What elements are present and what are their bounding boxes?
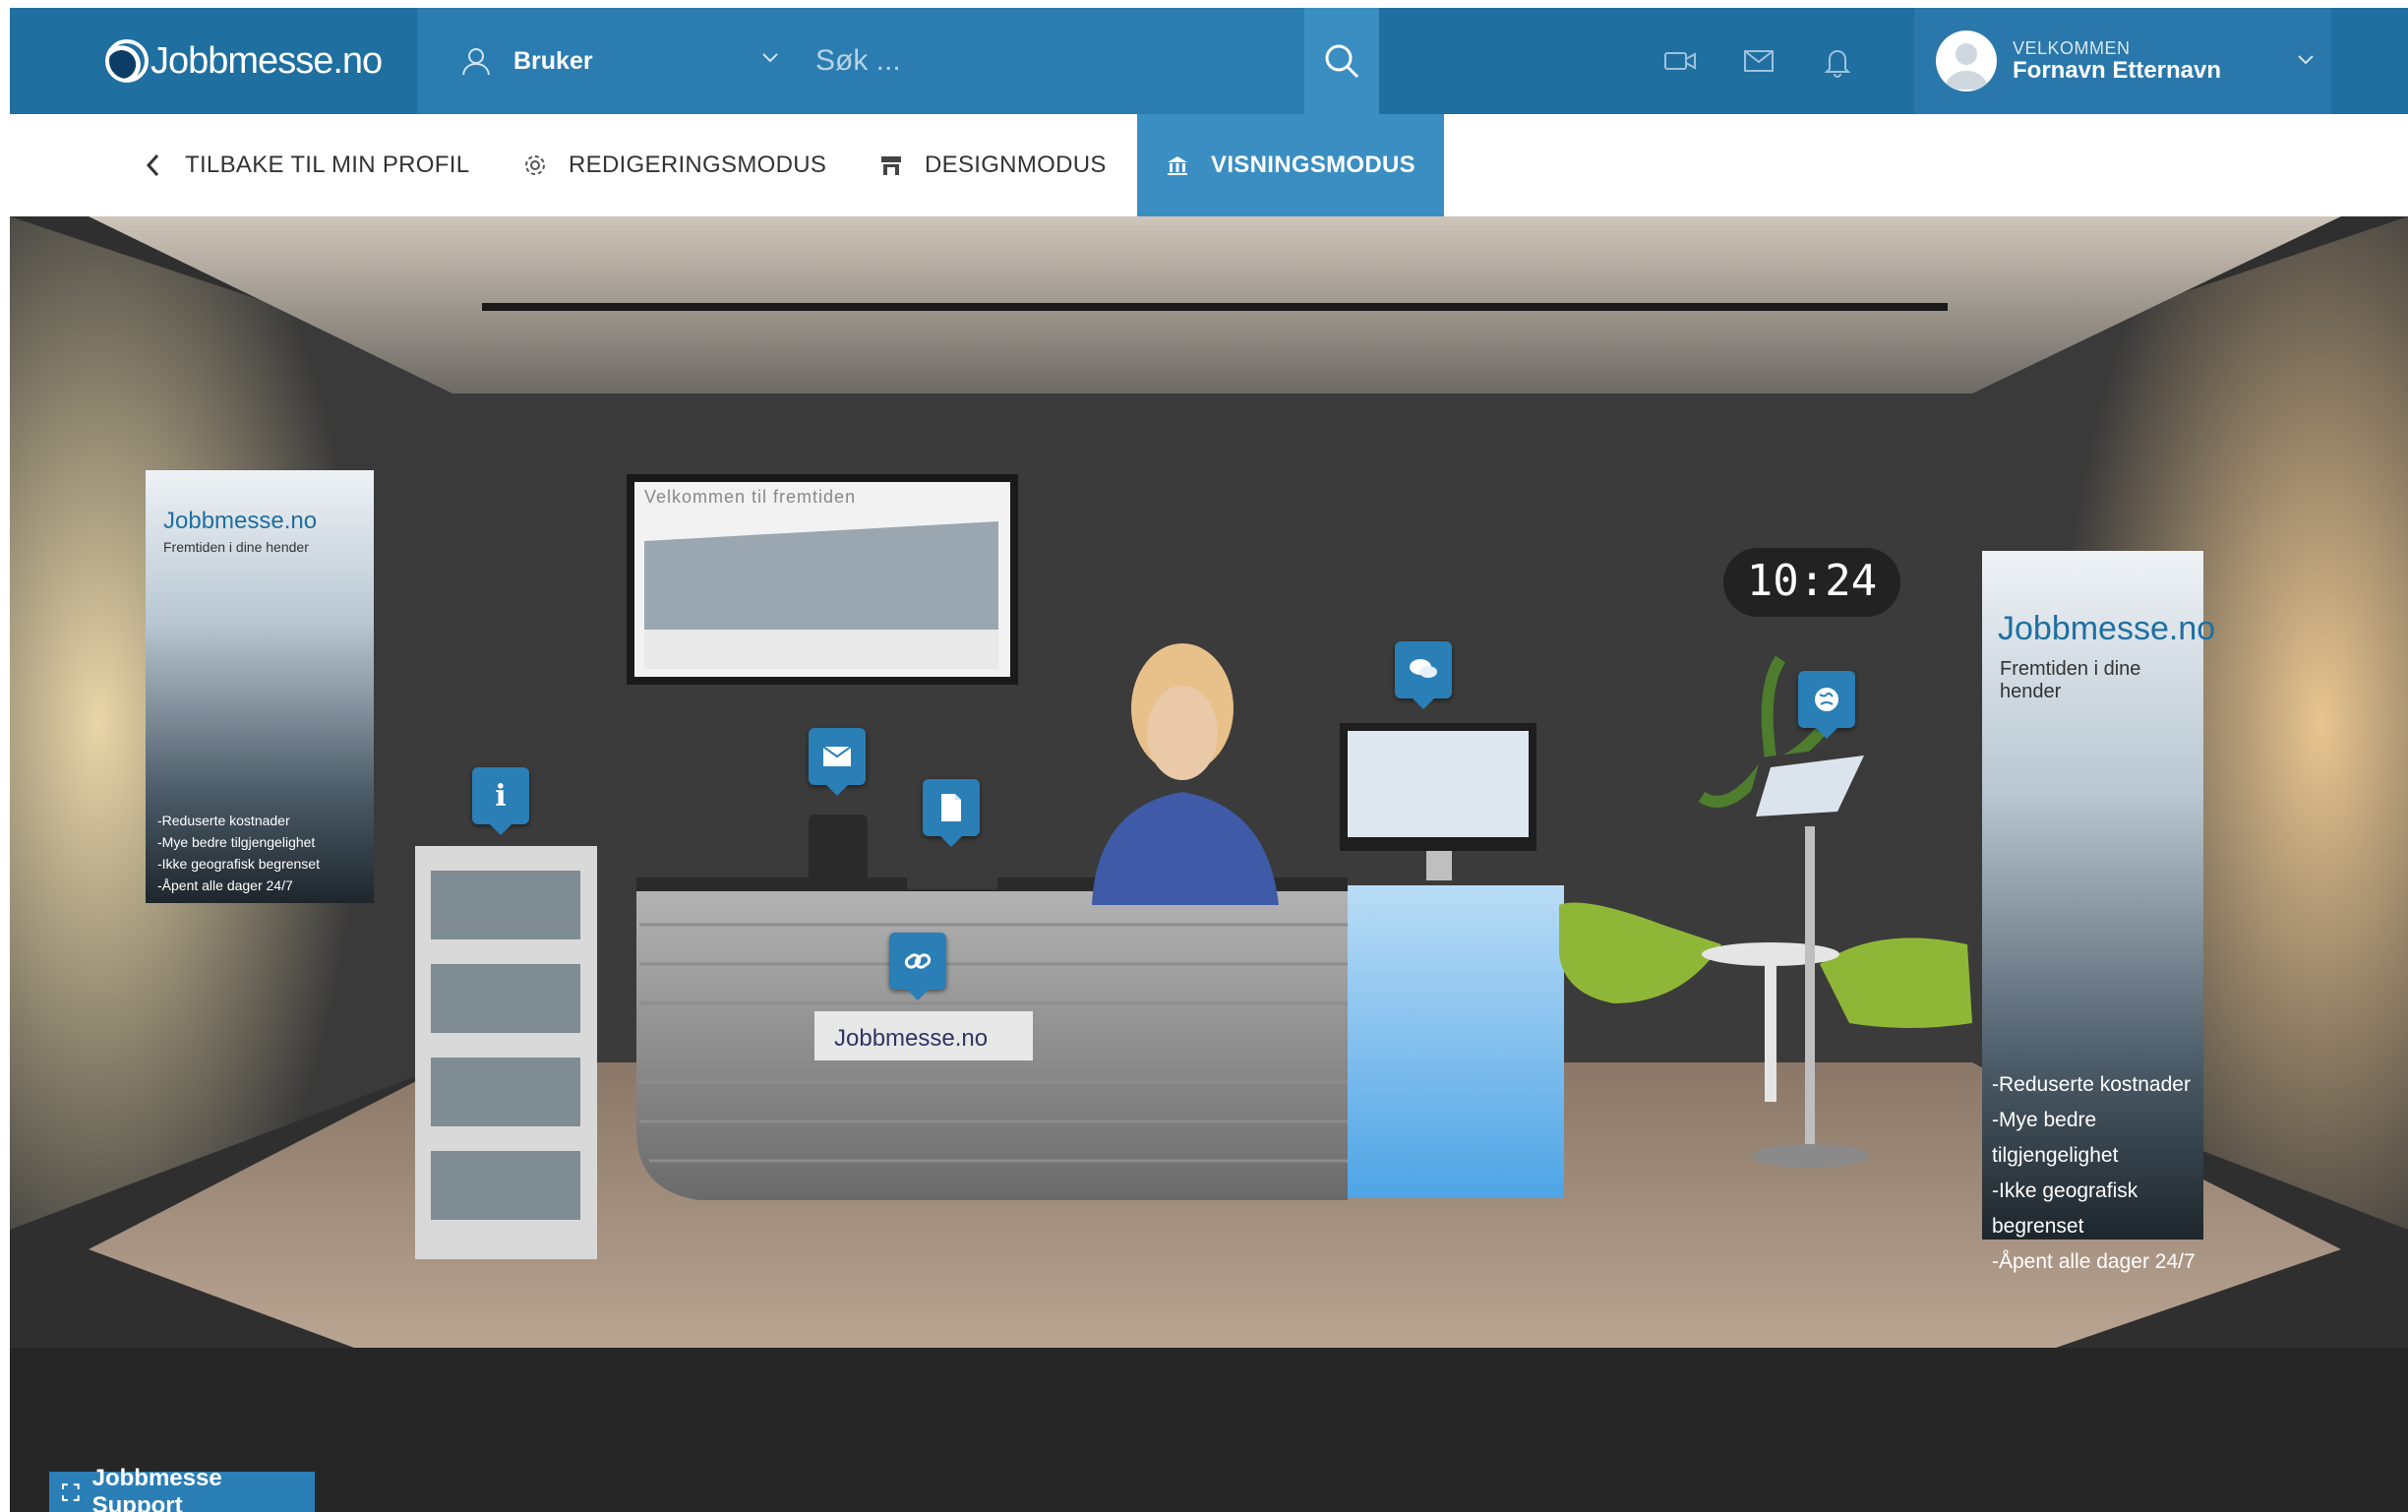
support-chat-button[interactable]: Jobbmesse Support xyxy=(49,1465,315,1512)
left-banner-bullet: -Mye bedre tilgjengelighet xyxy=(157,834,316,850)
virtual-booth-scene: 10:24 Velkommen til fremtiden Jobbmesse.… xyxy=(10,216,2408,1512)
app-window: Jobbmesse.no Bruker VELKOMMEN Fornavn Et… xyxy=(10,8,2408,1512)
user-account-menu[interactable]: VELKOMMEN Fornavn Etternavn xyxy=(1914,8,2331,114)
logo-text: Jobbmesse.no xyxy=(150,39,383,82)
view-mode-label: VISNINGSMODUS xyxy=(1211,151,1415,178)
user-name: Fornavn Etternavn xyxy=(2013,57,2222,84)
back-label: TILBAKE TIL MIN PROFIL xyxy=(185,151,470,178)
link-icon xyxy=(904,953,932,969)
right-banner: Jobbmesse.no Fremtiden i dine hender -Re… xyxy=(1982,551,2216,1273)
right-banner-tagline: Fremtiden i dine hender xyxy=(2000,658,2141,702)
chevron-down-icon xyxy=(2298,55,2314,65)
chat-hotspot[interactable] xyxy=(1395,641,1452,709)
right-banner-bullet: -Ikke geografisk begrenset xyxy=(1992,1179,2138,1238)
chat-icon xyxy=(1410,659,1437,678)
left-banner-bullet: -Ikke geografisk begrenset xyxy=(157,856,320,872)
logo-orb-icon xyxy=(105,39,149,83)
mail-icon[interactable] xyxy=(1741,43,1776,79)
edit-mode-label: REDIGERINGSMODUS xyxy=(569,151,827,178)
bell-icon[interactable] xyxy=(1820,43,1855,79)
info-hotspot[interactable]: i xyxy=(472,767,529,835)
search-button[interactable] xyxy=(1304,8,1379,114)
back-to-profile-link[interactable]: TILBAKE TIL MIN PROFIL xyxy=(144,114,469,216)
chevron-left-icon xyxy=(146,153,159,177)
search-input[interactable] xyxy=(796,8,1304,114)
right-banner-bullet: -Reduserte kostnader xyxy=(1992,1073,2191,1096)
mail-hotspot[interactable] xyxy=(809,728,866,796)
booth-clock: 10:24 xyxy=(1747,556,1877,606)
search-icon xyxy=(1325,44,1359,79)
document-hotspot[interactable] xyxy=(923,779,980,847)
design-mode-label: DESIGNMODUS xyxy=(925,151,1107,178)
video-camera-icon[interactable] xyxy=(1662,43,1698,79)
info-icon: i xyxy=(495,778,507,814)
top-navigation-bar: Jobbmesse.no Bruker VELKOMMEN Fornavn Et… xyxy=(10,8,2408,114)
left-banner-tagline: Fremtiden i dine hender xyxy=(163,539,309,555)
gear-icon xyxy=(525,155,545,175)
left-banner: Jobbmesse.no Fremtiden i dine hender -Re… xyxy=(146,470,374,903)
document-icon xyxy=(941,794,961,821)
link-hotspot[interactable] xyxy=(889,933,946,1000)
globe-icon xyxy=(1815,688,1838,711)
user-icon xyxy=(462,48,490,76)
store-icon xyxy=(881,156,901,175)
user-type-dropdown[interactable]: Bruker xyxy=(417,8,796,114)
right-banner-brand: Jobbmesse.no xyxy=(1998,610,2216,647)
tab-edit-mode[interactable]: REDIGERINGSMODUS xyxy=(523,114,826,216)
expand-icon xyxy=(61,1482,80,1501)
screen-title: Velkommen til fremtiden xyxy=(644,487,857,507)
user-dropdown-label: Bruker xyxy=(513,46,593,75)
support-label: Jobbmesse Support xyxy=(91,1464,222,1512)
envelope-icon xyxy=(822,746,852,766)
left-banner-bullet: -Reduserte kostnader xyxy=(157,813,290,828)
right-banner-bullet: -Mye bedre tilgjengelighet xyxy=(1992,1109,2119,1167)
left-banner-bullet: -Åpent alle dager 24/7 xyxy=(157,877,293,893)
building-icon xyxy=(1168,156,1188,175)
left-banner-brand: Jobbmesse.no xyxy=(163,508,318,534)
right-banner-bullet: -Åpent alle dager 24/7 xyxy=(1992,1250,2196,1273)
jobbmesse-logo[interactable]: Jobbmesse.no xyxy=(105,35,383,87)
desk-logo: Jobbmesse.no xyxy=(834,1025,989,1052)
welcome-label: VELKOMMEN xyxy=(2013,38,2131,58)
mode-navigation: TILBAKE TIL MIN PROFIL REDIGERINGSMODUS … xyxy=(10,114,2408,217)
tab-view-mode[interactable]: VISNINGSMODUS xyxy=(1137,114,1444,216)
tab-design-mode[interactable]: DESIGNMODUS xyxy=(879,114,1107,216)
search-box xyxy=(796,8,1304,114)
chevron-down-icon xyxy=(762,53,778,63)
website-hotspot[interactable] xyxy=(1798,671,1855,739)
avatar xyxy=(1936,30,1997,91)
